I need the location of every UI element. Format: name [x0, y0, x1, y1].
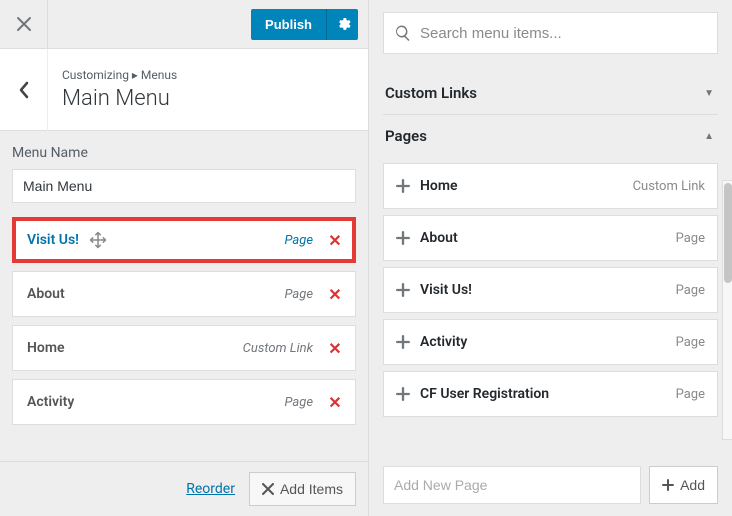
publish-settings-button[interactable]	[326, 9, 358, 40]
close-icon	[262, 483, 274, 495]
close-panel-button[interactable]	[0, 0, 48, 49]
pages-body: HomeCustom LinkAboutPageVisit Us!PageAct…	[383, 157, 718, 433]
panel-titles: Customizing ▸ Menus Main Menu	[48, 68, 177, 111]
menu-item-type: Page	[284, 287, 313, 302]
section-pages-label: Pages	[385, 127, 427, 145]
plus-icon	[396, 387, 410, 401]
back-button[interactable]	[0, 49, 48, 131]
scrollbar[interactable]	[722, 180, 732, 440]
menu-item[interactable]: Visit Us! Page ✕	[12, 217, 356, 263]
available-page-label: Activity	[420, 334, 467, 350]
section-pages[interactable]: Pages ▲	[383, 115, 718, 157]
remove-item-button[interactable]: ✕	[325, 339, 345, 358]
chevron-down-icon: ▼	[704, 88, 714, 99]
chevron-up-icon: ▲	[704, 131, 714, 142]
available-page-type: Page	[676, 335, 705, 350]
menu-item-type: Page	[284, 395, 313, 410]
available-page-label: Visit Us!	[420, 282, 472, 298]
add-new-row: Add	[383, 454, 718, 504]
plus-icon	[396, 283, 410, 297]
available-page-type: Custom Link	[633, 179, 705, 194]
breadcrumb: Customizing ▸ Menus	[62, 68, 177, 82]
bottom-toolbar: Reorder Add Items	[0, 461, 368, 516]
available-page-label: CF User Registration	[420, 386, 549, 402]
menu-name-section: Menu Name	[0, 131, 368, 209]
available-page-type: Page	[676, 283, 705, 298]
available-page-type: Page	[676, 231, 705, 246]
available-page-item[interactable]: Activity Page	[383, 319, 718, 365]
section-custom-links[interactable]: Custom Links ▼	[383, 72, 718, 115]
add-button[interactable]: Add	[649, 466, 718, 504]
menu-name-field[interactable]	[12, 169, 356, 203]
reorder-link[interactable]: Reorder	[186, 481, 235, 497]
add-new-page-field[interactable]	[383, 466, 641, 504]
menu-item-label: About	[27, 286, 65, 302]
section-custom-links-label: Custom Links	[385, 84, 477, 102]
menu-item-label: Activity	[27, 394, 74, 410]
menu-item-label: Home	[27, 340, 65, 356]
add-items-button[interactable]: Add Items	[249, 472, 356, 506]
scrollbar-thumb[interactable]	[724, 183, 732, 283]
add-button-label: Add	[680, 477, 705, 493]
menu-name-label: Menu Name	[12, 145, 356, 161]
search-box[interactable]	[383, 12, 718, 54]
panel-header: Customizing ▸ Menus Main Menu	[0, 49, 368, 131]
plus-icon	[396, 335, 410, 349]
available-page-item[interactable]: CF User Registration Page	[383, 371, 718, 417]
remove-item-button[interactable]: ✕	[325, 393, 345, 412]
available-page-item[interactable]: Home Custom Link	[383, 163, 718, 209]
search-input[interactable]	[420, 25, 707, 42]
available-page-type: Page	[676, 387, 705, 402]
menu-item[interactable]: Activity Page ✕	[12, 379, 356, 425]
menu-item-type: Page	[284, 233, 313, 248]
customizer-panel: Publish Customizing ▸ Menus Main Menu Me…	[0, 0, 368, 516]
close-icon	[16, 16, 32, 32]
page-title: Main Menu	[62, 86, 177, 111]
available-page-label: About	[420, 230, 458, 246]
plus-icon	[396, 231, 410, 245]
available-page-item[interactable]: Visit Us! Page	[383, 267, 718, 313]
gear-icon	[335, 16, 351, 32]
menu-items-list: Visit Us! Page ✕ About Page ✕ Home Custom Link ✕…	[0, 209, 368, 433]
menu-item-label: Visit Us!	[27, 232, 79, 248]
remove-item-button[interactable]: ✕	[325, 231, 345, 250]
add-items-label: Add Items	[280, 481, 343, 497]
search-icon	[394, 24, 412, 42]
available-page-item[interactable]: About Page	[383, 215, 718, 261]
plus-icon	[662, 479, 674, 491]
remove-item-button[interactable]: ✕	[325, 285, 345, 304]
available-page-label: Home	[420, 178, 458, 194]
plus-icon	[396, 179, 410, 193]
move-icon	[89, 231, 107, 249]
menu-item-type: Custom Link	[243, 341, 313, 356]
available-items-panel: Custom Links ▼ Pages ▲ Home Custom Link Ab…	[368, 0, 732, 516]
topbar: Publish	[0, 0, 368, 49]
menu-item[interactable]: Home Custom Link ✕	[12, 325, 356, 371]
chevron-left-icon	[17, 81, 31, 99]
publish-button[interactable]: Publish	[251, 9, 326, 40]
top-actions: Publish	[251, 9, 368, 40]
menu-item[interactable]: About Page ✕	[12, 271, 356, 317]
